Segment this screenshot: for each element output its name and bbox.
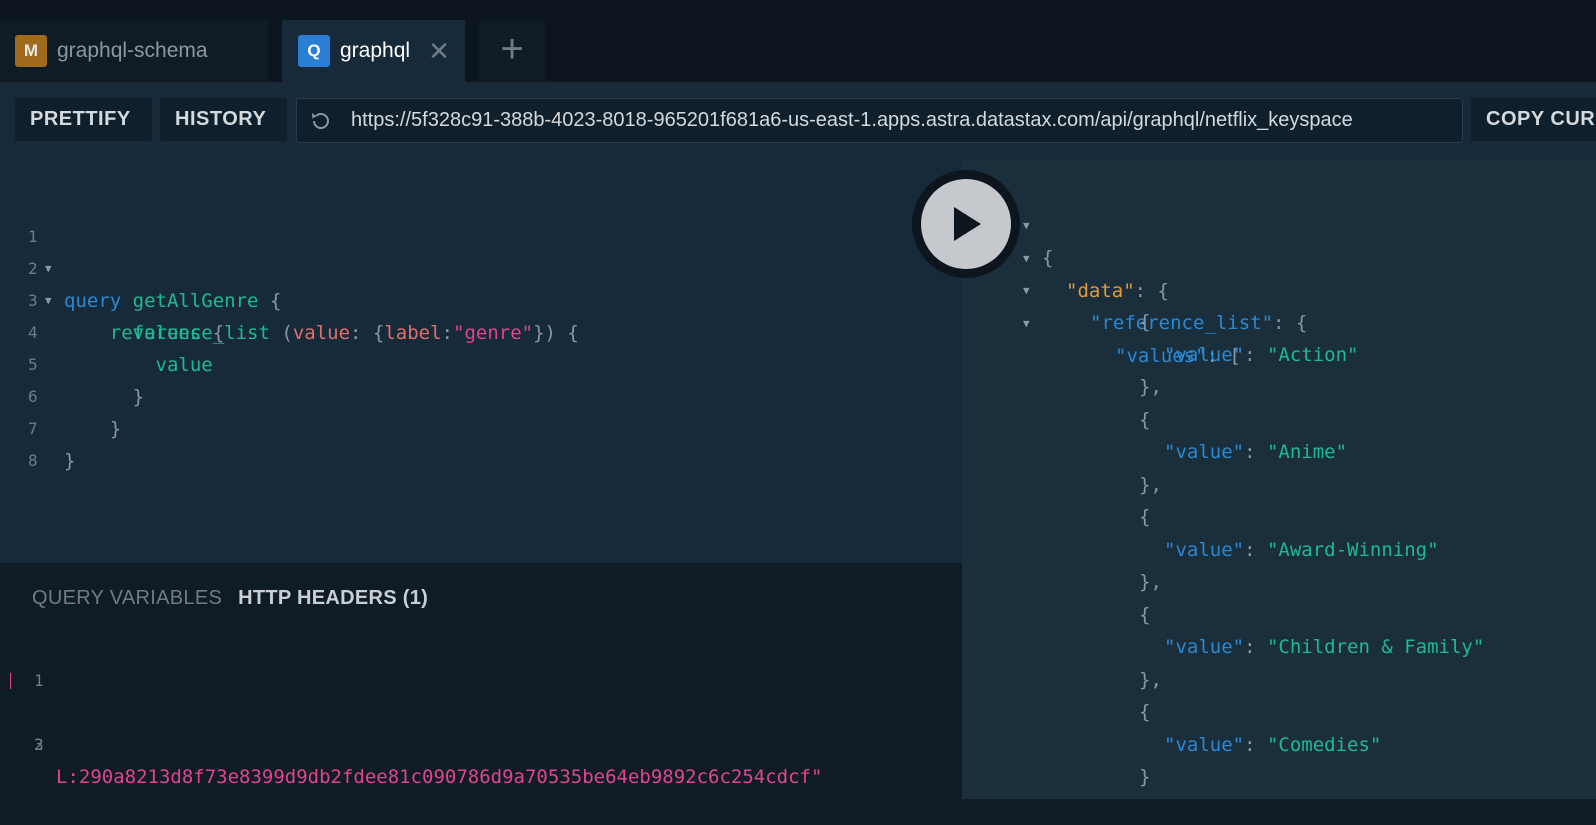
fold-arrow-icon[interactable]: ▼ bbox=[1023, 307, 1030, 340]
tab-query-variables[interactable]: QUERY VARIABLES bbox=[32, 587, 222, 610]
query-badge-icon: Q bbox=[298, 35, 330, 67]
string-value: "genre" bbox=[453, 322, 534, 344]
add-tab-button[interactable]: + bbox=[479, 20, 545, 82]
schema-badge-icon: M bbox=[15, 35, 47, 67]
endpoint-url-input[interactable]: https://5f328c91-388b-4023-8018-965201f6… bbox=[296, 98, 1463, 143]
tab-http-headers[interactable]: HTTP HEADERS (1) bbox=[238, 587, 428, 610]
result-key: "reference_list" bbox=[1090, 312, 1274, 334]
tab-title: graphql-schema bbox=[57, 39, 208, 62]
code-line: 5 } bbox=[0, 317, 144, 408]
text-cursor bbox=[10, 673, 11, 689]
punctuation: ( bbox=[269, 322, 293, 344]
tab-graphql-schema[interactable]: M graphql-schema bbox=[0, 20, 268, 82]
code-line: 1 ▼ query getAllGenre { bbox=[0, 189, 281, 312]
code-line: 6 } bbox=[0, 349, 121, 440]
punctuation: { bbox=[201, 322, 225, 344]
code-line: 3 values { bbox=[0, 253, 224, 344]
genre-value: "Anime" bbox=[1266, 441, 1348, 463]
tab-graphql[interactable]: Q graphql ✕ bbox=[282, 20, 465, 82]
header-value: L:290a8213d8f73e8399d9db2fdee81c090786d9… bbox=[56, 766, 823, 788]
genre-value: "Children & Family" bbox=[1266, 636, 1485, 658]
variables-tabs: QUERY VARIABLES HTTP HEADERS (1) bbox=[32, 587, 428, 610]
field-name: value bbox=[155, 354, 213, 376]
close-tab-icon[interactable]: ✕ bbox=[428, 38, 450, 64]
punctuation: { bbox=[258, 290, 282, 312]
plus-icon: + bbox=[500, 27, 524, 71]
genre-value: "Comedies" bbox=[1266, 734, 1382, 756]
result-line: ▼ "values": [ bbox=[962, 274, 1241, 367]
punctuation: } bbox=[109, 418, 122, 440]
result-viewer: ▼ { ▼ "data": { ▼ "reference_list": { ▼ … bbox=[962, 159, 1596, 799]
copy-curl-button[interactable]: COPY CURL bbox=[1471, 98, 1596, 141]
fold-arrow-icon[interactable]: ▼ bbox=[45, 253, 52, 285]
fold-arrow-icon[interactable]: ▼ bbox=[1023, 209, 1030, 242]
code-line: 8 bbox=[0, 413, 46, 470]
play-icon bbox=[954, 207, 981, 241]
variables-panel: QUERY VARIABLES HTTP HEADERS (1) 1 2 L:2… bbox=[0, 563, 962, 799]
prettify-button[interactable]: PRETTIFY bbox=[15, 98, 152, 141]
result-key: "data" bbox=[1066, 280, 1135, 302]
genre-value: "Action" bbox=[1266, 344, 1359, 366]
argument-name: label bbox=[384, 322, 442, 344]
execute-query-button[interactable] bbox=[912, 170, 1020, 278]
code-line: 1 bbox=[0, 633, 69, 690]
reload-icon[interactable] bbox=[309, 109, 333, 133]
toolbar: PRETTIFY HISTORY https://5f328c91-388b-4… bbox=[0, 82, 1596, 159]
punctuation: }) { bbox=[533, 322, 579, 344]
fold-arrow-icon[interactable]: ▼ bbox=[1023, 242, 1030, 275]
line-number: 8 bbox=[28, 451, 38, 470]
line-number: 3 bbox=[34, 735, 44, 754]
query-editor[interactable]: 1 ▼ query getAllGenre { 2 ▼ reference_li… bbox=[0, 159, 962, 563]
endpoint-url: https://5f328c91-388b-4023-8018-965201f6… bbox=[351, 109, 1353, 131]
code-line: 2 ▼ reference_list (value: {label:"genre… bbox=[0, 221, 579, 344]
history-button[interactable]: HISTORY bbox=[160, 98, 287, 141]
genre-value: "Award-Winning" bbox=[1266, 539, 1439, 561]
punctuation: : bbox=[441, 322, 453, 344]
field-name: values bbox=[132, 322, 202, 344]
run-button-face bbox=[921, 179, 1011, 269]
code-line: 3 bbox=[0, 697, 69, 754]
code-line: 4 value bbox=[0, 285, 213, 376]
punctuation: { bbox=[1042, 247, 1054, 269]
fold-arrow-icon[interactable]: ▼ bbox=[45, 285, 52, 317]
tab-bar: M graphql-schema Q graphql ✕ + bbox=[0, 0, 1596, 82]
code-line: 2 L:290a8213d8f73e8399d9db2fdee81c090786… bbox=[0, 665, 822, 788]
fold-arrow-icon[interactable]: ▼ bbox=[1023, 274, 1030, 307]
punctuation: : { bbox=[350, 322, 385, 344]
keyword-query: query bbox=[64, 290, 122, 312]
argument-name: value bbox=[292, 322, 351, 344]
tab-title: graphql bbox=[340, 39, 411, 62]
punctuation: } bbox=[64, 450, 76, 472]
punctuation: } bbox=[132, 386, 145, 408]
operation-name: getAllGenre bbox=[132, 290, 259, 312]
code-line: 7 } bbox=[0, 381, 75, 472]
